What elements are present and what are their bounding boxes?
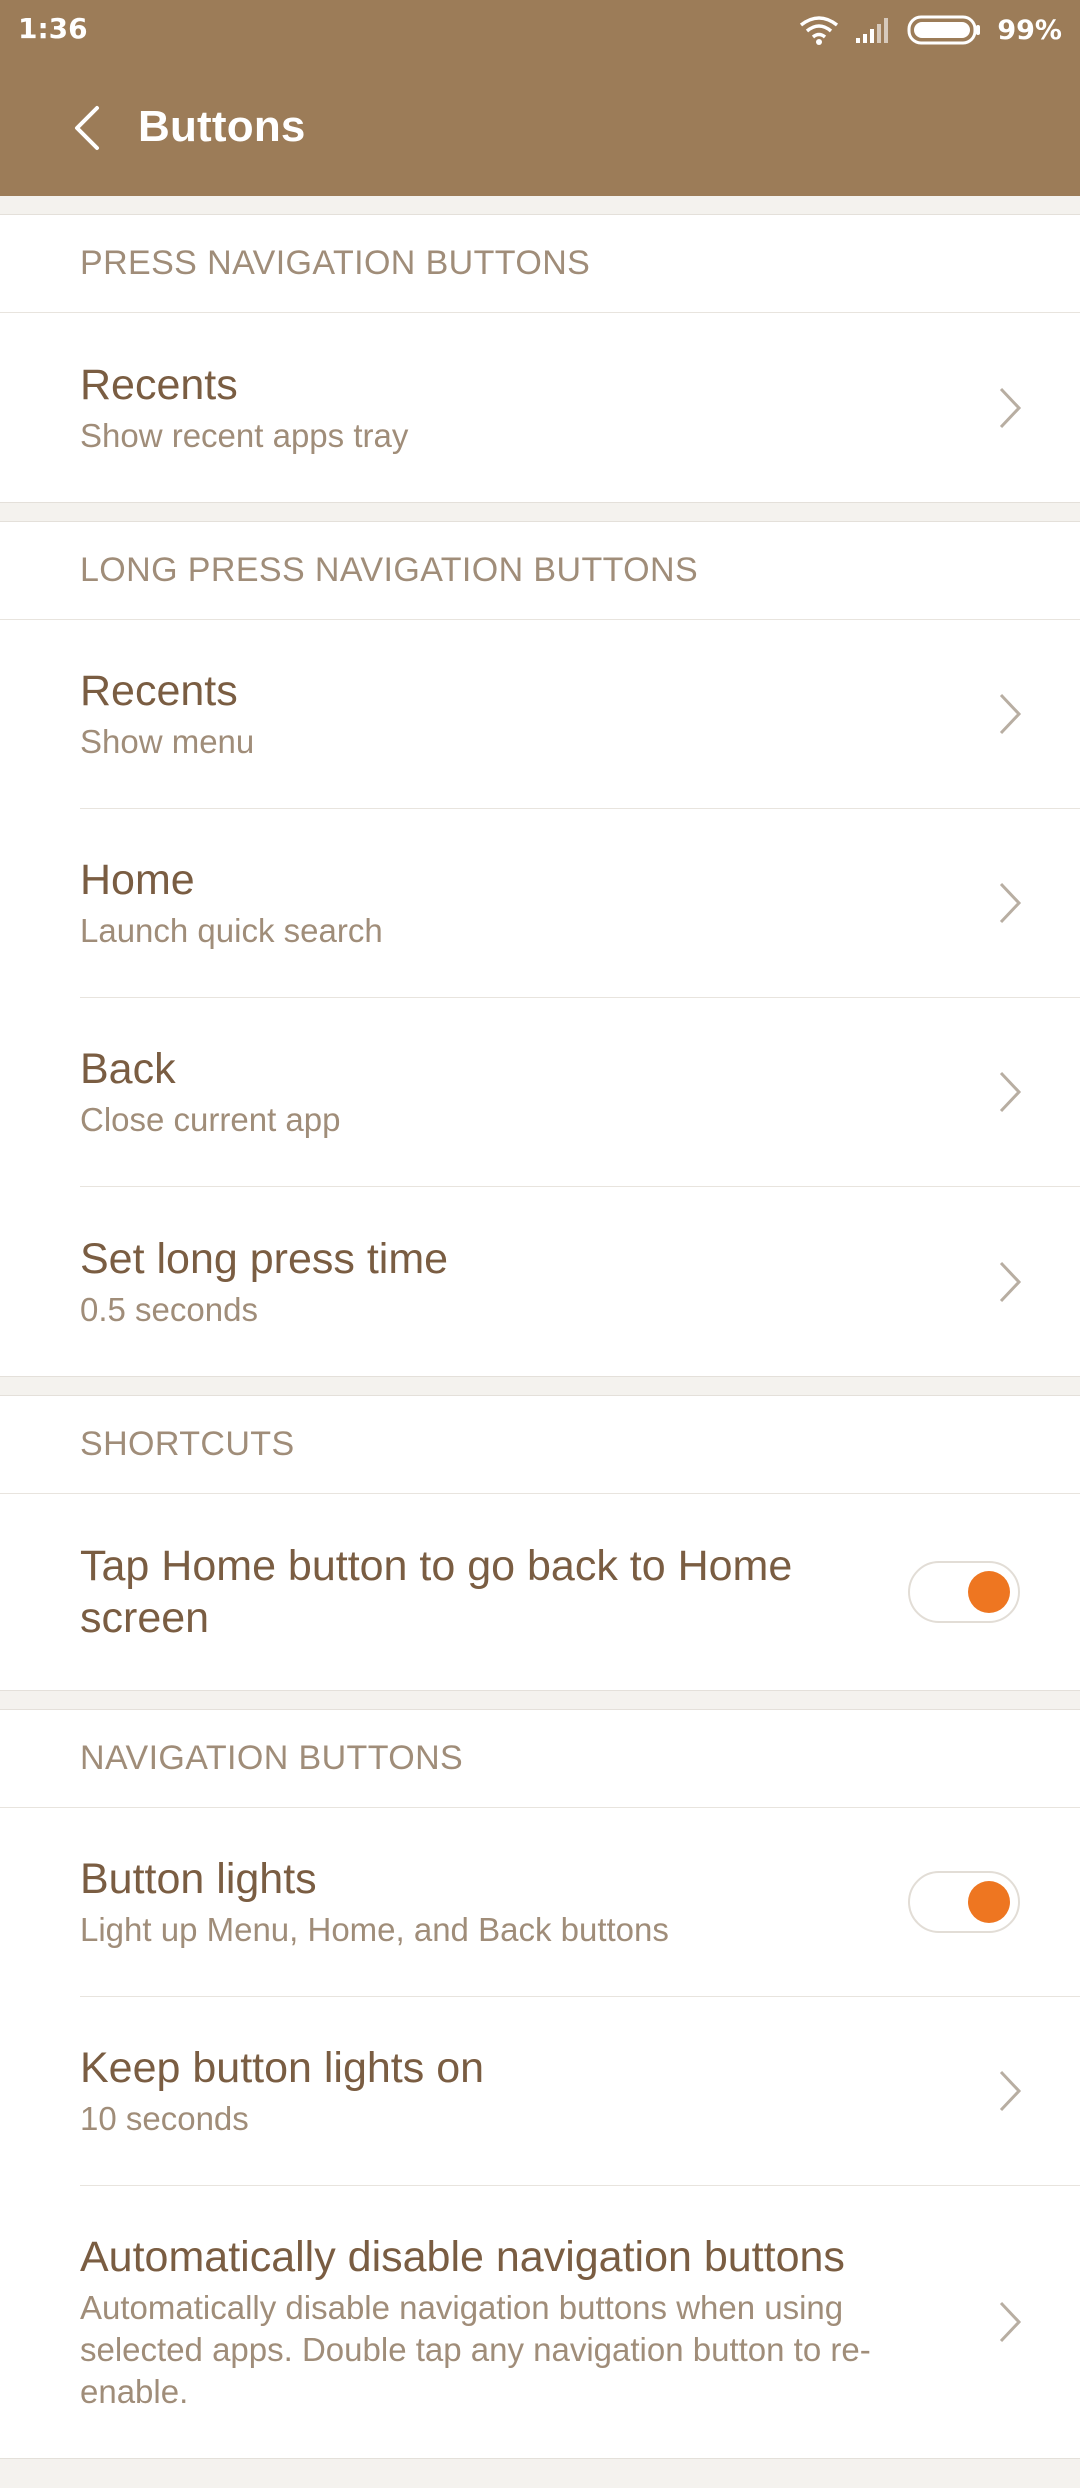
signal-icon [856,18,889,43]
setting-long-press-home[interactable]: Home Launch quick search [80,809,1080,998]
chevron-right-icon [999,1071,1022,1113]
setting-title: Tap Home button to go back to Home scree… [80,1542,793,1642]
setting-subtitle: Show menu [80,723,255,760]
page-title: Buttons [138,102,306,151]
chevron-right-icon [999,2070,1022,2112]
section-shortcuts: SHORTCUTS Tap Home button to go back to … [0,1395,1080,1691]
setting-keep-button-lights-on[interactable]: Keep button lights on 10 seconds [80,1997,1080,2186]
setting-title: Automatically disable navigation buttons [80,2233,845,2281]
setting-long-press-back[interactable]: Back Close current app [80,998,1080,1187]
setting-subtitle: Light up Menu, Home, and Back buttons [80,1911,669,1948]
section-navigation-buttons: NAVIGATION BUTTONS Button lights Light u… [0,1709,1080,2459]
section-header: PRESS NAVIGATION BUTTONS [0,215,1080,313]
back-arrow-icon [75,106,99,150]
battery-icon [907,15,981,45]
setting-title: Button lights [80,1855,317,1903]
toggle-switch[interactable] [908,1871,1020,1933]
chevron-right-icon [999,693,1022,735]
setting-button-lights[interactable]: Button lights Light up Menu, Home, and B… [80,1808,1080,1997]
toggle-knob [968,1881,1010,1923]
setting-press-recents[interactable]: Recents Show recent apps tray [80,313,1080,502]
setting-title: Home [80,856,195,904]
section-header: LONG PRESS NAVIGATION BUTTONS [0,522,1080,620]
app-bar: Buttons [0,60,1080,196]
section-long-press-navigation-buttons: LONG PRESS NAVIGATION BUTTONS Recents Sh… [0,521,1080,1377]
setting-title: Recents [80,360,238,409]
battery-percent: 99% [997,14,1062,46]
setting-long-press-time[interactable]: Set long press time 0.5 seconds [80,1187,1080,1376]
back-button[interactable] [56,98,116,158]
status-icons: 99% [799,10,1062,50]
wifi-icon [800,16,839,45]
setting-long-press-recents[interactable]: Recents Show menu [80,620,1080,809]
section-press-navigation-buttons: PRESS NAVIGATION BUTTONS Recents Show re… [0,214,1080,503]
status-time: 1:36 [18,12,88,45]
chevron-right-icon [999,882,1022,924]
setting-tap-home-go-back[interactable]: Tap Home button to go back to Home scree… [80,1494,1080,1690]
setting-subtitle: Automatically disable navigation buttons… [80,2289,871,2410]
setting-subtitle: 0.5 seconds [80,1290,258,1328]
section-header: SHORTCUTS [0,1396,1080,1494]
setting-auto-disable-navigation-buttons[interactable]: Automatically disable navigation buttons… [80,2186,1080,2458]
toggle-switch[interactable] [908,1561,1020,1623]
setting-title: Recents [80,667,238,715]
setting-title: Back [80,1045,176,1093]
toggle-knob [968,1571,1010,1613]
setting-subtitle: Launch quick search [80,912,383,949]
setting-subtitle: 10 seconds [80,2100,249,2137]
setting-subtitle: Show recent apps tray [80,416,409,454]
status-bar: 1:36 99% [0,0,1080,60]
section-header: NAVIGATION BUTTONS [0,1710,1080,1808]
chevron-right-icon [999,1261,1022,1302]
setting-title: Keep button lights on [80,2044,485,2092]
chevron-right-icon [999,387,1022,428]
chevron-right-icon [999,2301,1022,2343]
setting-title: Set long press time [80,1234,449,1283]
setting-subtitle: Close current app [80,1101,341,1138]
settings-list: PRESS NAVIGATION BUTTONS Recents Show re… [0,196,1080,2459]
